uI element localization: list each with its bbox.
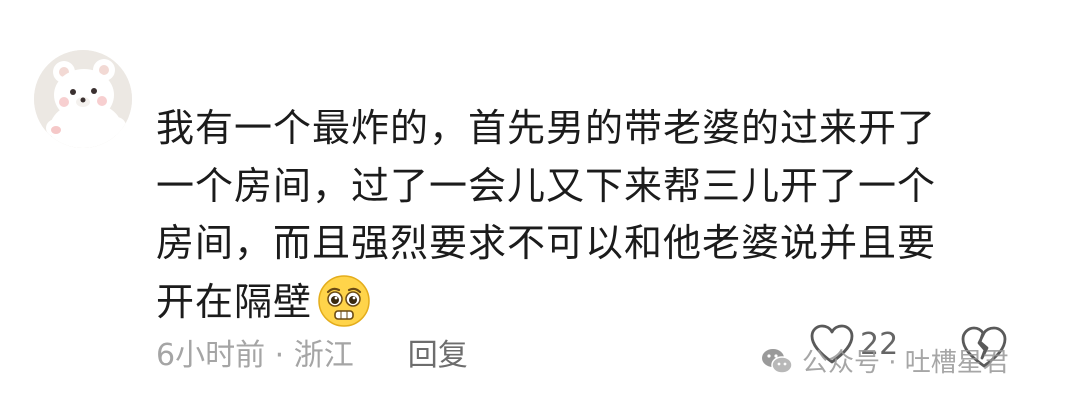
reply-button[interactable]: 回复: [408, 330, 468, 374]
wechat-icon: [762, 348, 793, 374]
comment-text: 我有一个最炸的，首先男的带老婆的过来开了 一个房间，过了一会儿又下来帮三儿开了一…: [156, 100, 996, 331]
time-location: 6小时前 · 浙江: [156, 338, 354, 373]
comment-line: 我有一个最炸的，首先男的带老婆的过来开了: [156, 106, 937, 150]
comment-line: 一个房间，过了一会儿又下来帮三儿开了一个: [156, 163, 937, 208]
comment-meta: 6小时前 · 浙江 回复: [156, 330, 468, 374]
comment-line: 开在隔壁: [156, 279, 313, 324]
comment-line: 房间，而且强烈要求不可以和他老婆说并且要: [156, 221, 937, 265]
pleading-face-emoji-icon: [318, 274, 370, 327]
watermark: 公众号 · 吐槽星君: [760, 342, 1009, 379]
watermark-text: 公众号 · 吐槽星君: [802, 348, 1009, 378]
plush-bear-avatar-icon: [34, 50, 132, 148]
avatar[interactable]: [34, 50, 132, 148]
